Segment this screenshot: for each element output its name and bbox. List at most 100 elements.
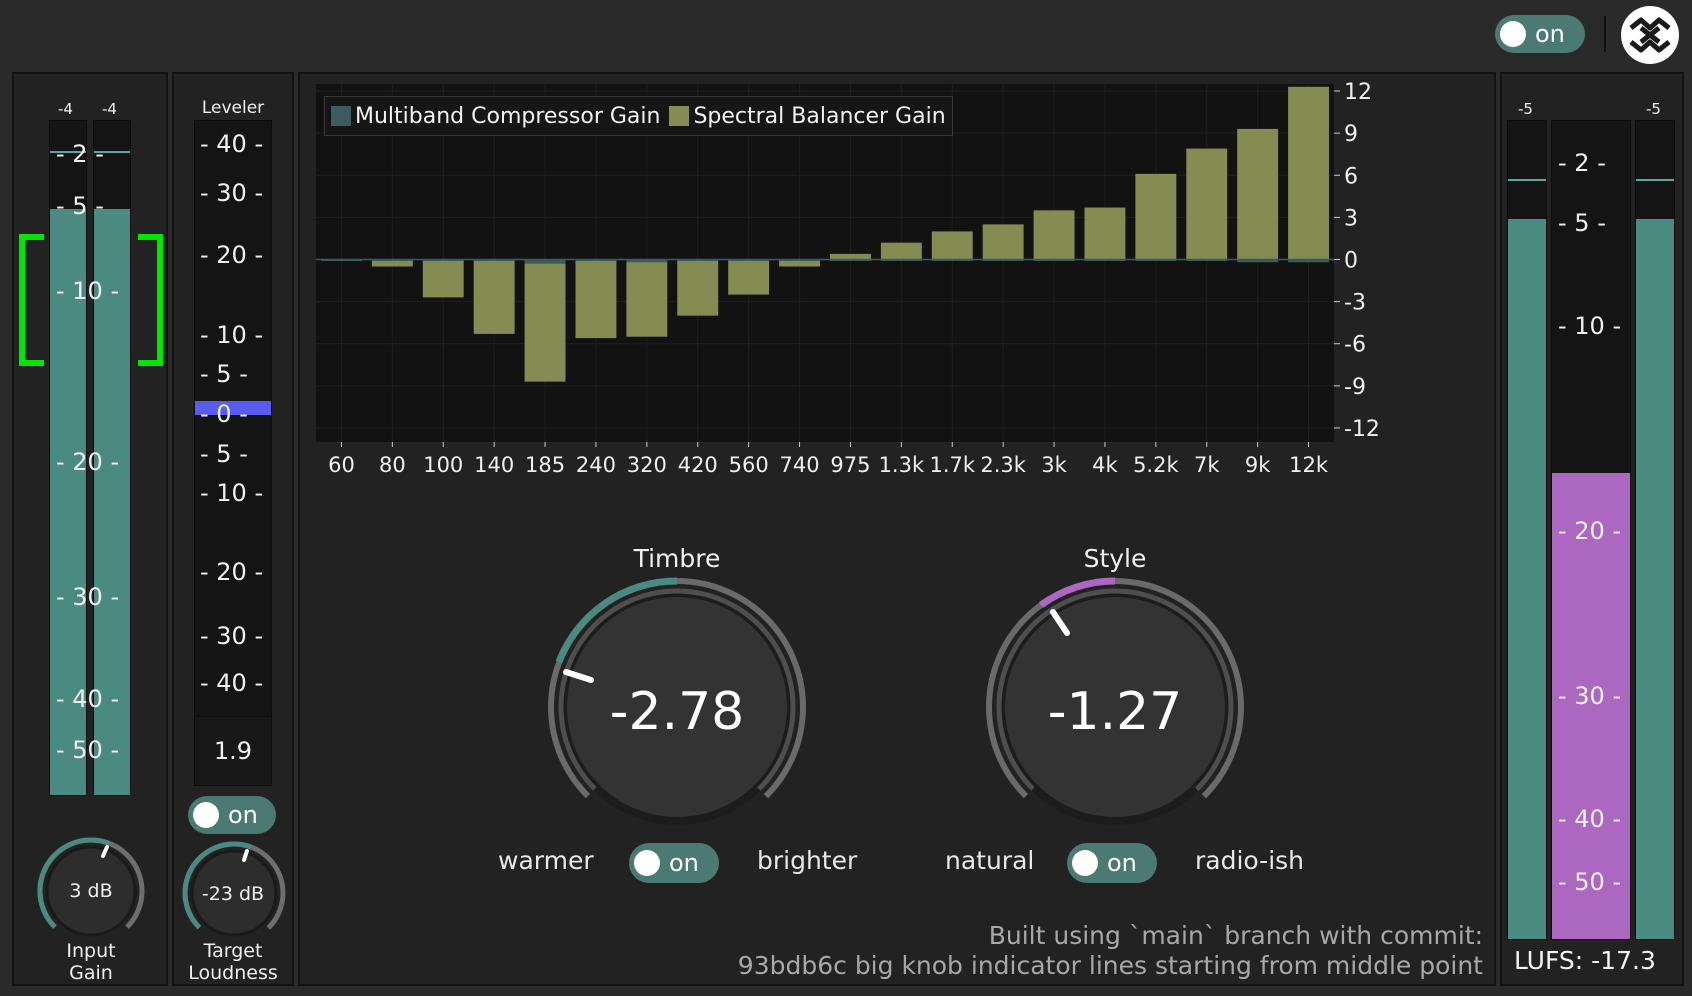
leveler-scale-tick: - 5 - (200, 360, 248, 388)
y-axis-tick-label: -6 (1344, 333, 1366, 358)
leveler-scale-tick: - 40 - (200, 669, 264, 697)
style-toggle-label: on (1107, 849, 1137, 877)
output-scale-tick: - 40 - (1558, 805, 1622, 833)
timbre-toggle[interactable]: on (629, 843, 719, 883)
style-title: Style (1083, 544, 1147, 573)
chain-link-logo-icon[interactable] (1621, 6, 1679, 64)
spectral-gain-bar (626, 259, 668, 337)
y-axis-tick-label: 12 (1344, 80, 1372, 105)
leveler-scale-tick: - 30 - (200, 622, 264, 650)
output-scale-tick: - 5 - (1558, 209, 1606, 237)
output-scale-tick: - 10 - (1558, 312, 1622, 340)
input-scale-tick: - 50 - (56, 736, 120, 764)
spectral-gain-bar (1084, 207, 1126, 260)
chart-plot-area (316, 84, 1334, 442)
style-value: -1.27 (1047, 682, 1183, 742)
spectral-gain-bar (1135, 173, 1177, 260)
leveler-scale-tick: - 10 - (200, 321, 264, 349)
target-loudness-value: -23 dB (201, 883, 265, 905)
spectral-gain-bar (575, 259, 617, 339)
spectral-gain-bar (931, 231, 973, 260)
leveler-scale-tick: - 5 - (200, 440, 248, 468)
leveler-scale-tick: - 20 - (200, 558, 264, 586)
input-scale-tick: - 5 - (56, 192, 104, 220)
spectral-gain-bar (524, 259, 566, 382)
x-axis-tick-label: 320 (627, 453, 667, 477)
y-axis-tick-label: -9 (1344, 375, 1366, 400)
x-axis-tick-label: 12k (1289, 453, 1329, 477)
spectral-gain-bar (830, 253, 871, 260)
spectral-gain-bar (1033, 210, 1075, 260)
x-axis-tick-label: 740 (780, 453, 820, 477)
output-meter-right-fill (1636, 219, 1674, 939)
input-gain-label-2: Gain (69, 962, 113, 984)
x-axis-tick-label: 420 (678, 453, 718, 477)
leveler-toggle-label: on (228, 801, 258, 829)
y-axis-tick-label: 9 (1344, 122, 1358, 147)
y-axis-tick-label: 6 (1344, 164, 1358, 189)
output-meter-panel: -5 -5 - 2 - - 5 - - 10 - - 20 - - 30 - -… (1500, 72, 1684, 986)
top-divider (1604, 16, 1606, 52)
chart-legend: Multiband Compressor Gain Spectral Balan… (324, 96, 953, 136)
spectral-gain-bar (1288, 86, 1329, 260)
leveler-readout: 1.9 (194, 716, 272, 786)
x-axis-tick-label: 240 (576, 453, 616, 477)
x-axis-tick-label: 2.3k (980, 453, 1026, 477)
x-axis-tick-label: 80 (379, 453, 406, 477)
y-axis-tick-label: -12 (1344, 417, 1380, 442)
timbre-value: -2.78 (609, 682, 745, 742)
input-scale-tick: - 10 - (56, 277, 120, 305)
output-meter-right-peak-line (1636, 179, 1674, 181)
spectral-gain-bar (880, 242, 922, 260)
target-loudness-label-1: Target (203, 940, 263, 962)
output-meter-right (1635, 120, 1675, 940)
x-axis-tick-label: 100 (423, 453, 463, 477)
build-info-line-2: 93bdb6c big knob indicator lines startin… (737, 951, 1483, 980)
y-axis-tick-label: 0 (1344, 248, 1358, 273)
leveler-scale-tick: - 40 - (200, 130, 264, 158)
input-gain-label-1: Input (66, 940, 116, 962)
leveler-title: Leveler (201, 98, 265, 118)
style-right-label: radio-ish (1195, 846, 1305, 875)
timbre-toggle-label: on (669, 849, 699, 877)
output-scale-tick: - 50 - (1558, 868, 1622, 896)
output-scale-tick: - 2 - (1558, 149, 1606, 177)
legend-label-multiband: Multiband Compressor Gain (355, 103, 661, 129)
leveler-scale-tick: - 0 - (200, 400, 248, 428)
input-gain-value: 3 dB (69, 880, 113, 902)
spectral-gain-bar (982, 224, 1024, 260)
leveler-scale-tick: - 30 - (200, 179, 264, 207)
output-meter-left-fill (1508, 219, 1546, 939)
lufs-readout: LUFS: -17.3 (1514, 946, 1656, 975)
input-scale-tick: - 2 - (56, 140, 104, 168)
output-meter-left-peak-line (1508, 179, 1546, 181)
output-peak-right: -5 (1646, 100, 1661, 118)
input-scale-tick: - 30 - (56, 583, 120, 611)
style-toggle[interactable]: on (1067, 843, 1157, 883)
spectral-gain-bar (422, 259, 464, 298)
spectral-gain-bar (1186, 148, 1228, 260)
style-toggle-knob (1072, 850, 1098, 876)
input-meter-panel: -4 -4 - 2 - - 5 - - 10 - - 20 - - 30 - -… (12, 72, 168, 986)
leveler-toggle-knob (193, 802, 219, 828)
output-scale-tick: - 30 - (1558, 682, 1622, 710)
timbre-left-label: warmer (498, 846, 594, 875)
leveler-readout-value: 1.9 (213, 737, 253, 765)
x-axis-tick-label: 4k (1092, 453, 1118, 477)
leveler-scale-tick: - 10 - (200, 479, 264, 507)
leveler-toggle[interactable]: on (188, 796, 276, 834)
x-axis-tick-label: 60 (328, 453, 355, 477)
style-left-label: natural (945, 846, 1035, 875)
input-peak-right: -4 (102, 100, 117, 118)
timbre-right-label: brighter (757, 846, 858, 875)
spectral-gain-bar (728, 259, 770, 295)
leveler-scale-tick: - 20 - (200, 241, 264, 269)
spectral-gain-bar (677, 259, 719, 316)
band-gain-chart: 12 9 6 3 0 -3 -6 -9 -12 60 80 100 140 185 240 320 420 560… (316, 80, 1380, 477)
spectral-gain-bar (1237, 128, 1279, 260)
build-info-line-1: Built using `main` branch with commit: (988, 921, 1483, 950)
input-peak-left: -4 (58, 100, 73, 118)
y-axis-tick-label: -3 (1344, 291, 1366, 316)
power-toggle[interactable]: on (1495, 15, 1585, 53)
x-axis-tick-label: 140 (474, 453, 514, 477)
